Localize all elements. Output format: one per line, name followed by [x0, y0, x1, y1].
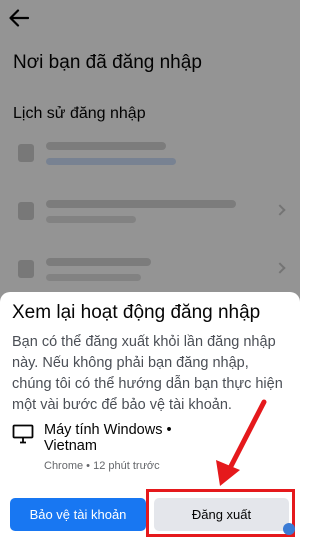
protect-account-button[interactable]: Bảo vệ tài khoản — [10, 498, 146, 531]
device-meta: Chrome • 12 phút trước — [44, 460, 160, 472]
session-details: Máy tính Windows • Vietnam Chrome • 12 p… — [12, 422, 288, 472]
sheet-title: Xem lại hoạt động đăng nhập — [12, 302, 261, 323]
review-login-sheet: Xem lại hoạt động đăng nhập Bạn có thể đ… — [0, 292, 300, 538]
device-name: Máy tính Windows • Vietnam — [44, 422, 172, 454]
logout-button[interactable]: Đăng xuất — [154, 498, 289, 531]
corner-badge-icon — [283, 523, 295, 535]
sheet-description: Bạn có thể đăng xuất khỏi lần đăng nhập … — [12, 334, 283, 413]
desktop-computer-icon — [12, 424, 34, 444]
